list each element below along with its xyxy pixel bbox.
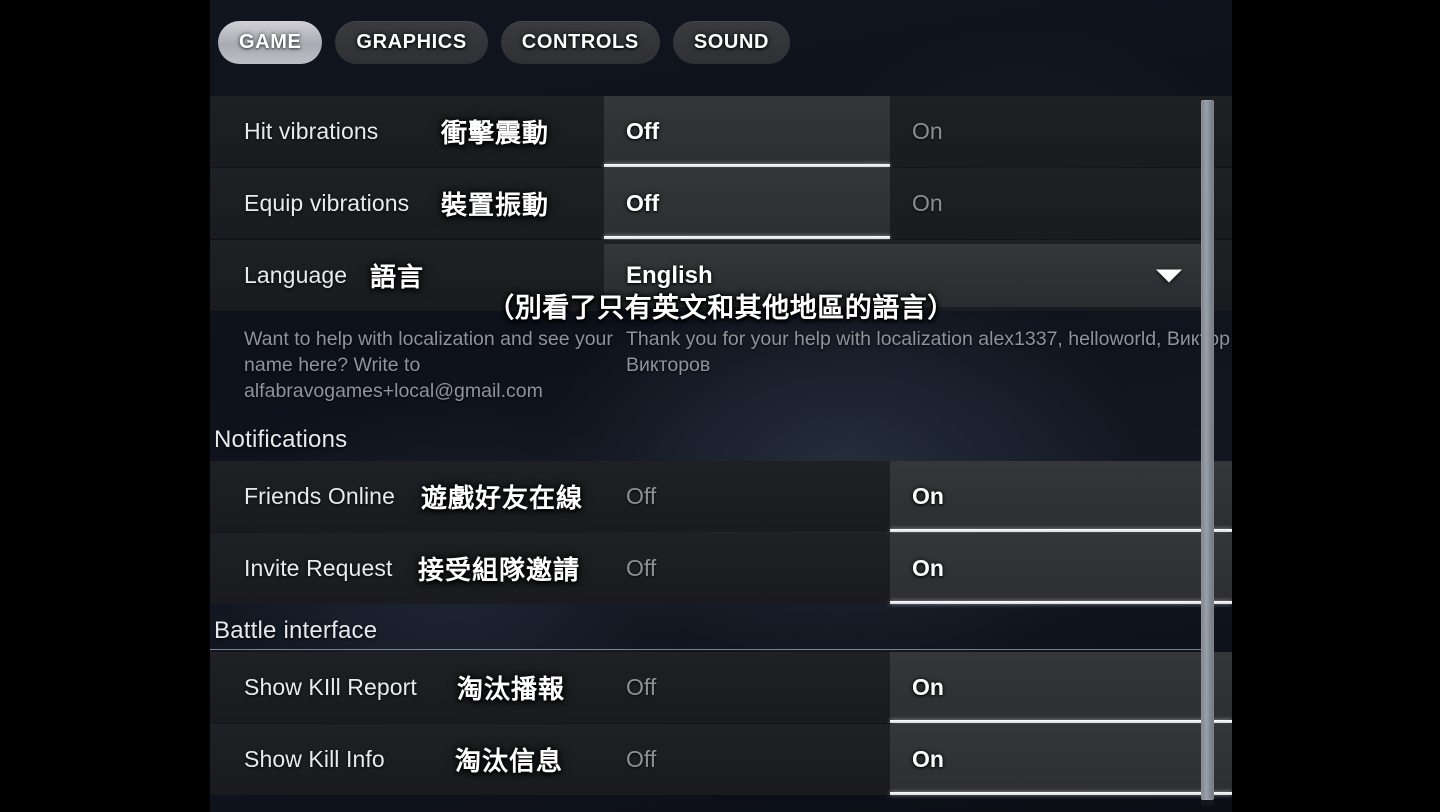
settings-scrollbar-thumb[interactable] xyxy=(1201,100,1214,800)
section-battle-interface-header: Battle interface xyxy=(210,605,1232,652)
option-invite-request-off[interactable]: Off xyxy=(604,533,890,604)
option-friends-online-off[interactable]: Off xyxy=(604,461,890,532)
settings-tab-bar: GAME GRAPHICS CONTROLS SOUND xyxy=(218,21,791,64)
option-show-kill-info-on[interactable]: On xyxy=(890,724,1232,795)
setting-label-cn-overlay: 裝置振動 xyxy=(441,190,550,220)
tab-controls-label: CONTROLS xyxy=(521,31,639,53)
tab-sound-label: SOUND xyxy=(693,31,770,53)
game-viewport: GAME GRAPHICS CONTROLS SOUND Hit vibrati… xyxy=(210,0,1232,812)
setting-label-friends-online: Friends Online 遊戲好友在線 xyxy=(210,461,604,532)
tab-game-label: GAME xyxy=(239,31,302,53)
option-label: On xyxy=(912,674,944,700)
option-label: Off xyxy=(626,746,657,772)
localization-note-right: Thank you for your help with localizatio… xyxy=(626,328,1230,376)
setting-label-cn-overlay: 淘汰信息 xyxy=(455,746,564,776)
toggle-group-show-kill-info: Off On xyxy=(604,724,1232,795)
option-hit-vibrations-on[interactable]: On xyxy=(890,96,1232,167)
tab-sound[interactable]: SOUND xyxy=(672,21,791,64)
tab-game[interactable]: GAME xyxy=(218,21,323,64)
toggle-group-show-kill-report: Off On xyxy=(604,652,1232,723)
option-hit-vibrations-off[interactable]: Off xyxy=(604,96,890,167)
option-label: Off xyxy=(626,483,657,509)
option-friends-online-on[interactable]: On xyxy=(890,461,1232,532)
tab-controls[interactable]: CONTROLS xyxy=(500,21,660,64)
setting-row-hit-vibrations: Hit vibrations 衝擊震動 Off On xyxy=(210,96,1232,167)
toggle-group-hit-vibrations: Off On xyxy=(604,96,1232,167)
section-notifications-header: Notifications xyxy=(210,414,1232,461)
setting-label-cn-overlay: 淘汰播報 xyxy=(457,674,566,704)
option-label: On xyxy=(912,746,944,772)
section-heading: Notifications xyxy=(214,426,348,453)
option-show-kill-report-off[interactable]: Off xyxy=(604,652,890,723)
setting-label-invite-request: Invite Request 接受組隊邀請 xyxy=(210,533,604,604)
setting-label-cn-overlay: 遊戲好友在線 xyxy=(421,483,584,513)
option-label: On xyxy=(912,555,944,581)
option-label: On xyxy=(912,190,943,216)
setting-label-equip-vibrations: Equip vibrations 裝置振動 xyxy=(210,168,604,239)
setting-row-show-kill-info: Show Kill Info 淘汰信息 Off On xyxy=(210,724,1232,795)
setting-label-cn-overlay: 衝擊震動 xyxy=(441,118,550,148)
setting-label-en: Hit vibrations xyxy=(244,118,379,144)
tab-graphics-label: GRAPHICS xyxy=(356,31,467,53)
setting-label-en: Friends Online xyxy=(244,483,395,509)
chevron-down-icon xyxy=(1156,269,1182,282)
setting-row-equip-vibrations: Equip vibrations 裝置振動 Off On xyxy=(210,168,1232,239)
settings-scroll-panel[interactable]: Hit vibrations 衝擊震動 Off On Equip vibrati… xyxy=(210,96,1232,812)
option-equip-vibrations-on[interactable]: On xyxy=(890,168,1232,239)
option-label: Off xyxy=(626,118,660,144)
toggle-group-equip-vibrations: Off On xyxy=(604,168,1232,239)
option-show-kill-report-on[interactable]: On xyxy=(890,652,1232,723)
localization-note-left: Want to help with localization and see y… xyxy=(244,328,613,402)
caption-overlay: （別看了只有英文和其他地區的語言） xyxy=(487,293,955,323)
setting-row-invite-request: Invite Request 接受組隊邀請 Off On xyxy=(210,533,1232,604)
setting-label-en: Show KIll Report xyxy=(244,674,417,700)
setting-label-show-kill-report: Show KIll Report 淘汰播報 xyxy=(210,652,604,723)
screen-root: GAME GRAPHICS CONTROLS SOUND Hit vibrati… xyxy=(0,0,1440,812)
option-label: Off xyxy=(626,190,660,216)
option-show-kill-info-off[interactable]: Off xyxy=(604,724,890,795)
settings-scrollbar-track[interactable] xyxy=(1201,100,1214,806)
tab-graphics[interactable]: GRAPHICS xyxy=(335,21,488,64)
setting-row-friends-online: Friends Online 遊戲好友在線 Off On xyxy=(210,461,1232,532)
option-label: On xyxy=(912,118,943,144)
option-equip-vibrations-off[interactable]: Off xyxy=(604,168,890,239)
setting-row-show-kill-report: Show KIll Report 淘汰播報 Off On xyxy=(210,652,1232,723)
toggle-group-friends-online: Off On xyxy=(604,461,1232,532)
toggle-group-invite-request: Off On xyxy=(604,533,1232,604)
option-label: Off xyxy=(626,674,657,700)
setting-label-en: Show Kill Info xyxy=(244,746,385,772)
option-label: On xyxy=(912,483,944,509)
setting-label-en: Language xyxy=(244,262,348,288)
setting-label-cn-overlay: 接受組隊邀請 xyxy=(418,555,581,585)
setting-label-en: Invite Request xyxy=(244,555,393,581)
option-label: Off xyxy=(626,555,657,581)
section-heading: Battle interface xyxy=(214,617,378,644)
setting-label-show-kill-info: Show Kill Info 淘汰信息 xyxy=(210,724,604,795)
localization-note: Want to help with localization and see y… xyxy=(210,312,1232,414)
setting-label-hit-vibrations: Hit vibrations 衝擊震動 xyxy=(210,96,604,167)
option-invite-request-on[interactable]: On xyxy=(890,533,1232,604)
setting-label-en: Equip vibrations xyxy=(244,190,410,216)
